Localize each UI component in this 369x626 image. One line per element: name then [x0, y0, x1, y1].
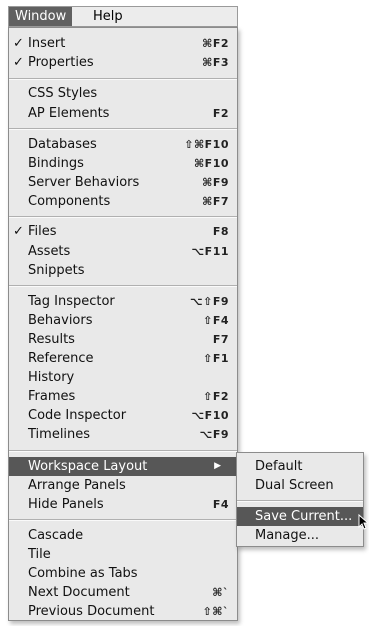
menu-item-combine-as-tabs[interactable]: Combine as Tabs — [9, 564, 237, 583]
menu-item-label: Timelines — [28, 427, 91, 442]
menu-item-label: Next Document — [28, 585, 130, 600]
shortcut: ⌘F7 — [202, 195, 229, 208]
menu-item-insert[interactable]: ✓ Insert ⌘F2 — [9, 34, 237, 53]
menu-item-results[interactable]: Results F7 — [9, 330, 237, 349]
menu-item-css-styles[interactable]: CSS Styles — [9, 84, 237, 103]
menu-item-code-inspector[interactable]: Code Inspector ⌥F10 — [9, 406, 237, 425]
menu-item-timelines[interactable]: Timelines ⌥F9 — [9, 425, 237, 444]
help-menu-title[interactable]: Help — [87, 7, 129, 26]
menu-item-label: Workspace Layout — [28, 459, 148, 474]
menu-item-label: Hide Panels — [28, 497, 104, 512]
menu-item-hide-panels[interactable]: Hide Panels F4 — [9, 495, 237, 514]
shortcut: ⇧F2 — [203, 390, 229, 403]
shortcut: ⇧F4 — [203, 314, 229, 327]
menu-item-properties[interactable]: ✓ Properties ⌘F3 — [9, 53, 237, 72]
menu-item-label: Properties — [28, 55, 94, 70]
shortcut: ⌘` — [212, 586, 229, 599]
menu-item-label: Reference — [28, 351, 94, 366]
menu-item-label: Combine as Tabs — [28, 566, 138, 581]
shortcut: ⌘F9 — [202, 176, 229, 189]
menu-item-snippets[interactable]: Snippets — [9, 261, 237, 280]
submenu-item-manage[interactable]: Manage... — [237, 526, 363, 545]
shortcut: ⌘F10 — [193, 157, 229, 170]
shortcut: F2 — [212, 107, 229, 120]
checkmark-icon: ✓ — [13, 224, 24, 239]
menu-item-server-behaviors[interactable]: Server Behaviors ⌘F9 — [9, 173, 237, 192]
menu-item-ap-elements[interactable]: AP Elements F2 — [9, 104, 237, 123]
shortcut: ⌥⇧F9 — [189, 295, 229, 308]
menu-item-workspace-layout[interactable]: Workspace Layout ▶ — [9, 457, 237, 476]
menu-separator — [237, 500, 363, 502]
checkmark-icon: ✓ — [13, 36, 24, 51]
menu-item-tag-inspector[interactable]: Tag Inspector ⌥⇧F9 — [9, 292, 237, 311]
shortcut: ⌘F2 — [202, 37, 229, 50]
menu-item-label: Server Behaviors — [28, 175, 140, 190]
menu-item-label: Bindings — [28, 156, 84, 171]
menu-separator — [9, 285, 237, 287]
shortcut: F7 — [212, 333, 229, 346]
menu-item-label: Snippets — [28, 263, 85, 278]
menu-item-label: Tag Inspector — [28, 294, 115, 309]
menu-item-label: Tile — [28, 547, 51, 562]
menu-item-databases[interactable]: Databases ⇧⌘F10 — [9, 135, 237, 154]
menu-item-cascade[interactable]: Cascade — [9, 526, 237, 545]
workspace-layout-submenu: Default Dual Screen Save Current... Mana… — [236, 452, 364, 547]
menu-item-assets[interactable]: Assets ⌥F11 — [9, 242, 237, 261]
menu-separator — [9, 78, 237, 80]
menu-item-previous-document[interactable]: Previous Document ⇧⌘` — [9, 602, 237, 621]
menu-item-label: Databases — [28, 137, 97, 152]
menu-item-label: Components — [28, 194, 111, 209]
menu-item-behaviors[interactable]: Behaviors ⇧F4 — [9, 311, 237, 330]
mouse-pointer-icon — [358, 514, 368, 530]
menu-item-label: Insert — [28, 36, 66, 51]
menu-item-label: History — [28, 370, 75, 385]
menu-item-label: Arrange Panels — [28, 478, 126, 493]
menu-item-label: Assets — [28, 244, 71, 259]
menu-item-frames[interactable]: Frames ⇧F2 — [9, 387, 237, 406]
menu-item-label: CSS Styles — [28, 86, 98, 101]
menu-item-reference[interactable]: Reference ⇧F1 — [9, 349, 237, 368]
menu-separator — [9, 450, 237, 452]
menu-item-label: AP Elements — [28, 106, 110, 121]
menu-separator — [9, 519, 237, 521]
menu-bar: Window Help — [8, 6, 238, 27]
menu-item-label: Code Inspector — [28, 408, 127, 423]
menu-item-label: Previous Document — [28, 604, 155, 619]
shortcut: ⌥F11 — [191, 245, 229, 258]
shortcut: ⇧F1 — [203, 352, 229, 365]
shortcut: ⌥F9 — [199, 428, 229, 441]
menu-separator — [9, 128, 237, 130]
menu-item-arrange-panels[interactable]: Arrange Panels — [9, 476, 237, 495]
submenu-arrow-icon: ▶ — [214, 461, 221, 471]
menu-separator — [9, 216, 237, 218]
submenu-item-dual-screen[interactable]: Dual Screen — [237, 476, 363, 495]
shortcut: F4 — [212, 498, 229, 511]
submenu-item-save-current[interactable]: Save Current... — [237, 507, 363, 526]
menu-item-label: Results — [28, 332, 75, 347]
shortcut: ⌘F3 — [202, 56, 229, 69]
menu-item-label: Behaviors — [28, 313, 93, 328]
menu-item-history[interactable]: History — [9, 368, 237, 387]
shortcut: ⇧⌘F10 — [184, 138, 229, 151]
menu-item-files[interactable]: ✓ Files F8 — [9, 222, 237, 241]
menu-item-label: Frames — [28, 389, 76, 404]
menu-item-bindings[interactable]: Bindings ⌘F10 — [9, 154, 237, 173]
menu-item-components[interactable]: Components ⌘F7 — [9, 192, 237, 211]
window-menu: ✓ Insert ⌘F2 ✓ Properties ⌘F3 CSS Styles… — [8, 27, 238, 621]
window-menu-title[interactable]: Window — [9, 7, 73, 26]
checkmark-icon: ✓ — [13, 55, 24, 70]
submenu-item-default[interactable]: Default — [237, 457, 363, 476]
menu-item-label: Cascade — [28, 528, 84, 543]
menu-item-next-document[interactable]: Next Document ⌘` — [9, 583, 237, 602]
menu-item-label: Files — [28, 224, 57, 239]
menu-item-tile[interactable]: Tile — [9, 545, 237, 564]
shortcut: ⌥F10 — [191, 409, 229, 422]
shortcut: F8 — [212, 225, 229, 238]
shortcut: ⇧⌘` — [202, 605, 229, 618]
